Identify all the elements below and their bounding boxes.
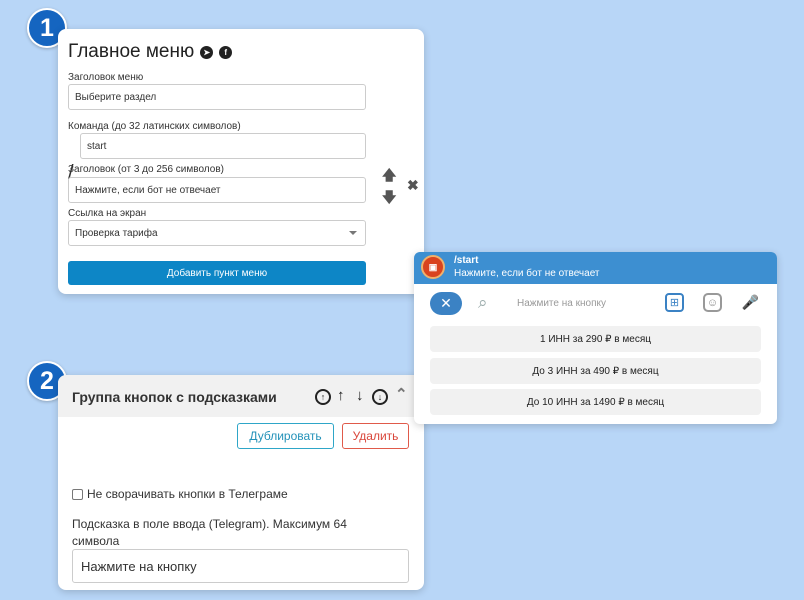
hint-input[interactable]: Нажмите на кнопку bbox=[72, 549, 409, 583]
keep-buttons-checkbox[interactable] bbox=[72, 489, 83, 500]
arrow-down-icon[interactable]: ↓ bbox=[356, 387, 364, 404]
telegram-icon: ➤ bbox=[200, 45, 214, 59]
facebook-icon: f bbox=[219, 45, 233, 59]
keyboard-button[interactable]: До 3 ИНН за 490 ₽ в месяц bbox=[430, 358, 761, 384]
microphone-icon[interactable]: 🎤 bbox=[741, 293, 760, 312]
telegram-preview: ▣ /start Нажмите, если бот не отвечает ✕… bbox=[414, 252, 777, 424]
keep-buttons-label: Не сворачивать кнопки в Телеграме bbox=[87, 487, 288, 501]
menu-title-label: Заголовок меню bbox=[68, 72, 144, 83]
keyboard-grid-icon[interactable]: ⊞ bbox=[665, 293, 684, 312]
bot-command: /start bbox=[454, 255, 479, 266]
keyboard-button[interactable]: 1 ИНН за 290 ₽ в месяц bbox=[430, 326, 761, 352]
add-menu-item-button[interactable]: Добавить пункт меню bbox=[68, 261, 366, 285]
chevron-up-icon[interactable]: ⌃ bbox=[395, 385, 408, 403]
keyboard-button[interactable]: До 10 ИНН за 1490 ₽ в месяц bbox=[430, 389, 761, 415]
message-input[interactable]: Нажмите на кнопку bbox=[517, 298, 606, 309]
link-select-value: Проверка тарифа bbox=[75, 227, 158, 239]
group-title: Группа кнопок с подсказками bbox=[72, 389, 277, 405]
attach-icon[interactable]: ⌕ bbox=[478, 293, 488, 313]
close-keyboard-button[interactable]: ✕ bbox=[430, 292, 462, 315]
move-bottom-icon[interactable]: ↓ bbox=[372, 389, 388, 405]
hint-label: Подсказка в поле ввода (Telegram). Макси… bbox=[72, 517, 347, 548]
page-title: Главное меню bbox=[68, 41, 195, 62]
move-top-icon[interactable]: ↑ bbox=[315, 389, 331, 405]
arrow-up-icon[interactable]: 🡅 bbox=[382, 165, 396, 189]
sticker-icon[interactable]: ☺ bbox=[703, 293, 722, 312]
bot-avatar: ▣ bbox=[421, 255, 445, 279]
delete-button[interactable]: Удалить bbox=[342, 423, 409, 449]
menu-title-input[interactable]: Выберите раздел bbox=[68, 84, 366, 110]
arrow-up-icon[interactable]: ↑ bbox=[337, 387, 345, 404]
main-menu-panel: Главное меню ➤ f Заголовок меню Выберите… bbox=[58, 29, 424, 294]
bot-subtitle: Нажмите, если бот не отвечает bbox=[454, 268, 600, 279]
command-input[interactable]: start bbox=[80, 133, 366, 159]
link-select[interactable]: Проверка тарифа bbox=[68, 220, 366, 246]
link-label: Ссылка на экран bbox=[68, 208, 147, 219]
arrow-down-icon[interactable]: 🡇 bbox=[382, 187, 396, 211]
header-input[interactable]: Нажмите, если бот не отвечает bbox=[68, 177, 366, 203]
chevron-down-icon bbox=[349, 231, 357, 235]
header-label: Заголовок (от 3 до 256 символов) bbox=[68, 164, 224, 175]
command-label: Команда (до 32 латинских символов) bbox=[68, 121, 241, 132]
close-icon[interactable]: ✖ bbox=[407, 177, 419, 194]
button-group-panel: Группа кнопок с подсказками ↑ ↑ ↓ ↓ ⌃ Ду… bbox=[58, 375, 424, 590]
duplicate-button[interactable]: Дублировать bbox=[237, 423, 334, 449]
main-menu-title-row: Главное меню ➤ f bbox=[68, 41, 233, 63]
